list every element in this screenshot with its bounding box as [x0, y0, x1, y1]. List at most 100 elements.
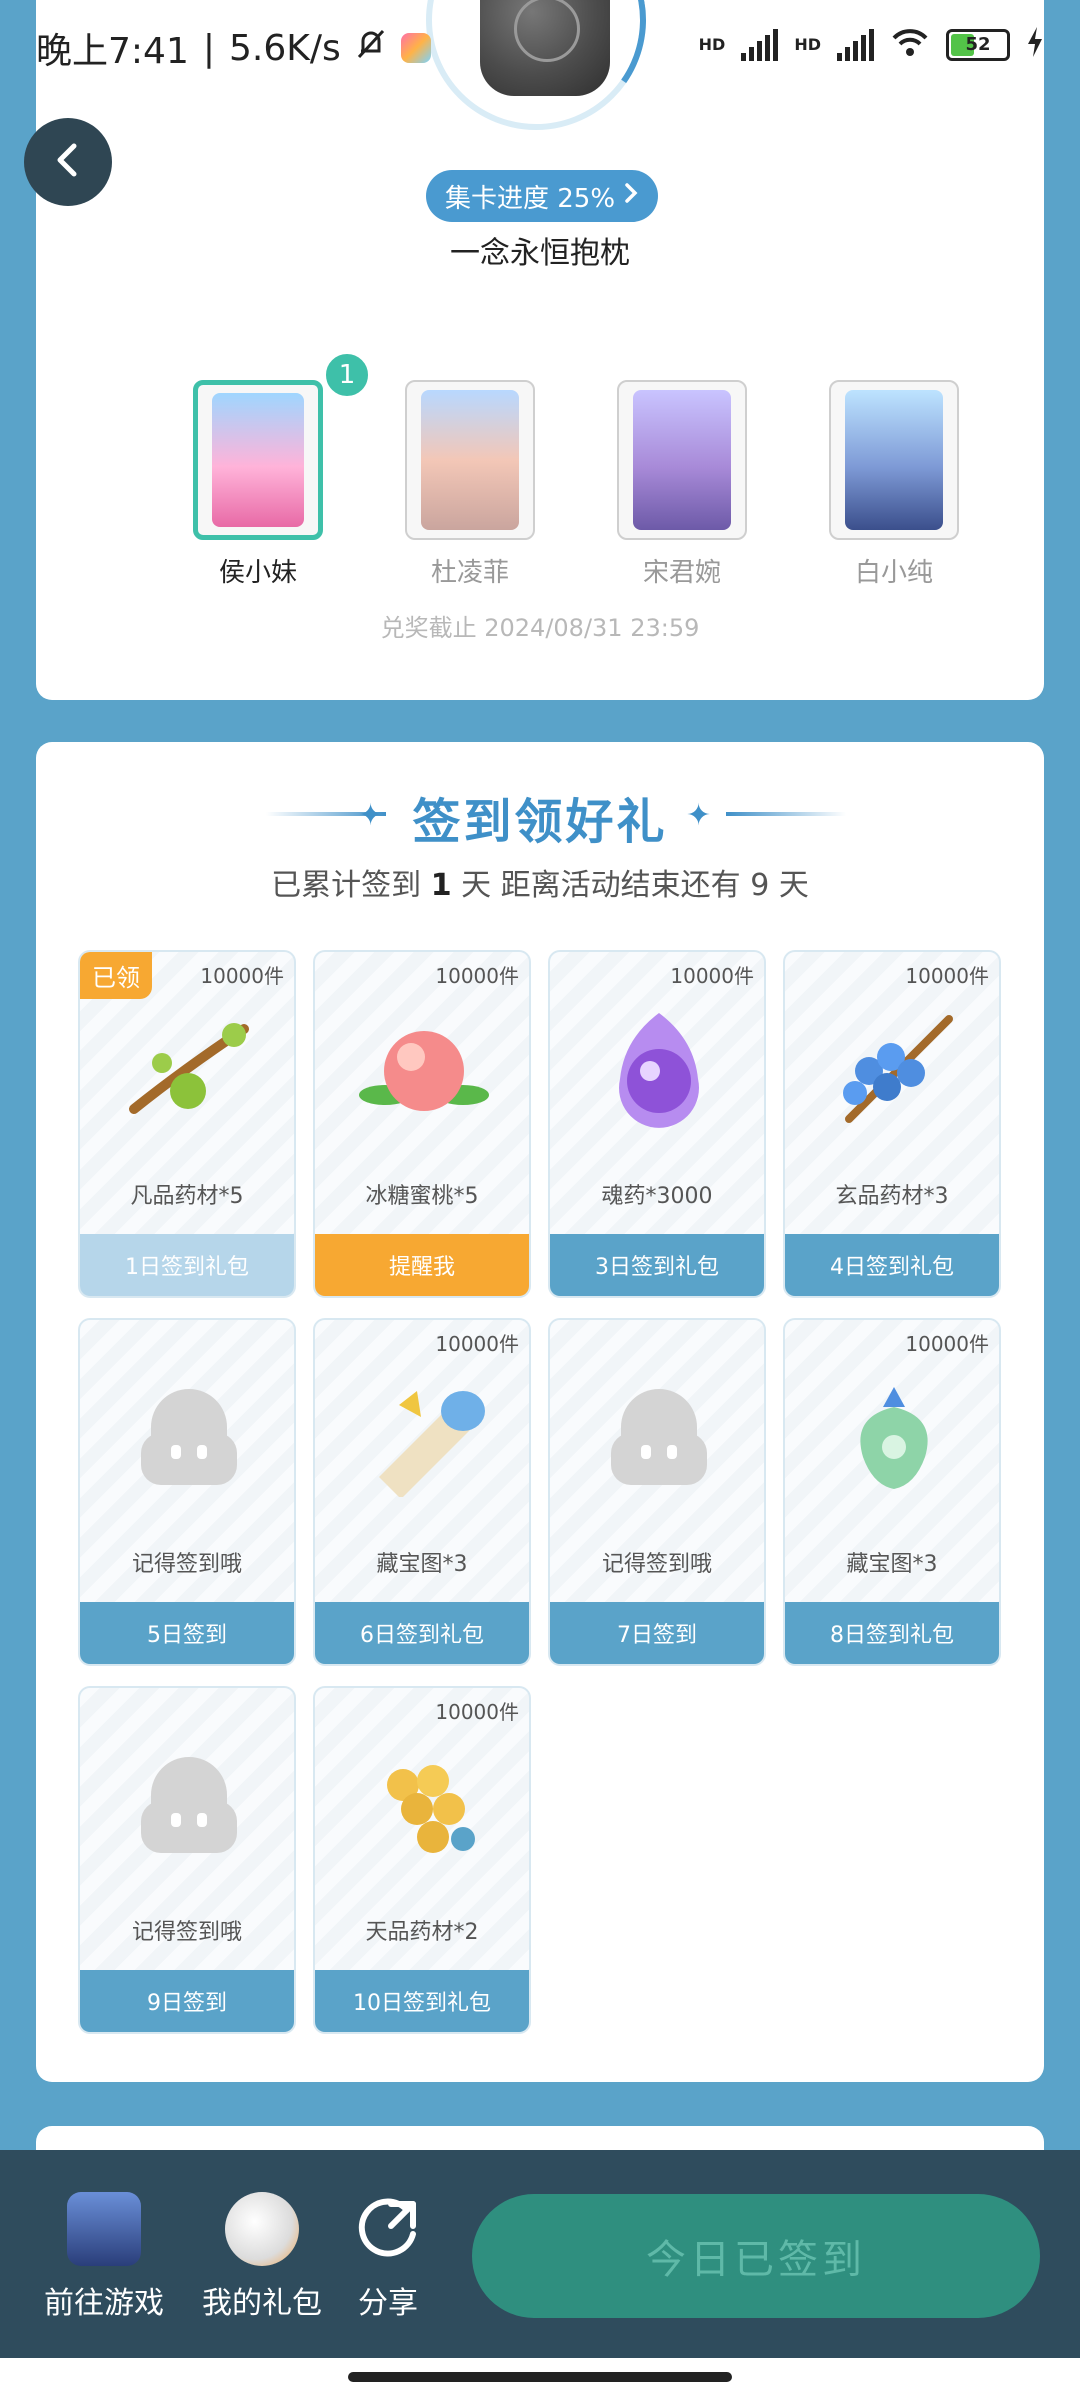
- checkin-card: ✦ 签到领好礼 ✦ 已累计签到 1 天 距离活动结束还有 9 天 已领 1000…: [36, 742, 1044, 2082]
- status-left: 晚上7:41 | 5.6K/s: [36, 22, 431, 74]
- gift-quantity: 10000件: [435, 1332, 519, 1356]
- status-divider: |: [202, 27, 215, 69]
- gift-name: 记得签到哦: [131, 1920, 242, 1945]
- jade-pendant-icon: [829, 1372, 959, 1502]
- character-portrait: [845, 390, 943, 530]
- character-frame: [829, 380, 959, 540]
- peach-icon: [359, 1004, 489, 1134]
- character-card-0[interactable]: 1 侯小妹: [192, 350, 372, 589]
- gift-card-day4[interactable]: 10000件 玄品药材*3 4日签到礼包: [783, 950, 1001, 1298]
- character-card-list: 1 侯小妹 杜凌菲 宋君婉 白小纯: [152, 350, 959, 588]
- character-card-3[interactable]: 白小纯: [828, 380, 960, 589]
- home-indicator[interactable]: [348, 2372, 732, 2382]
- checkin-summary-suffix: 天 距离活动结束还有 9 天: [451, 868, 809, 903]
- signed-today-button[interactable]: 今日已签到: [472, 2194, 1040, 2318]
- character-card-2[interactable]: 宋君婉: [616, 380, 748, 589]
- signal-strength-icon: [741, 28, 779, 61]
- gift-name: 记得签到哦: [131, 1552, 242, 1577]
- character-name: 侯小妹: [218, 558, 297, 588]
- gift-quantity: 10000件: [905, 964, 989, 988]
- character-card-1[interactable]: 杜凌菲: [404, 380, 536, 589]
- chevron-left-icon: [48, 140, 88, 184]
- wifi-icon: [890, 26, 930, 63]
- title-decor-line-right: [726, 812, 846, 816]
- soul-orb-icon: [594, 1004, 724, 1134]
- claimed-badge: 已领: [80, 952, 152, 999]
- gift-name: 冰糖蜜桃*5: [365, 1184, 479, 1209]
- battery-icon: 52: [946, 28, 1010, 61]
- character-name: 杜凌菲: [430, 558, 509, 588]
- placeholder-mascot-icon: [124, 1740, 254, 1870]
- gift-claim-button[interactable]: 10日签到礼包: [315, 1970, 529, 2032]
- gift-claim-button[interactable]: 1日签到礼包: [80, 1234, 294, 1296]
- character-frame: [193, 380, 323, 540]
- gift-name: 玄品药材*3: [835, 1184, 949, 1209]
- checkin-days-count: 1: [430, 868, 452, 903]
- gift-card-day3[interactable]: 10000件 魂药*3000 3日签到礼包: [548, 950, 766, 1298]
- chevron-right-icon: [623, 181, 639, 211]
- gift-name: 藏宝图*3: [376, 1552, 468, 1577]
- placeholder-mascot-icon: [594, 1372, 724, 1502]
- placeholder-mascot-icon: [124, 1372, 254, 1502]
- my-gifts-button[interactable]: 我的礼包: [192, 2192, 332, 2322]
- character-portrait: [421, 390, 519, 530]
- status-net-speed: 5.6K/s: [228, 27, 341, 69]
- gift-quantity: 10000件: [670, 964, 754, 988]
- checkin-title: 签到领好礼: [412, 794, 668, 850]
- gift-claim-button[interactable]: 8日签到礼包: [785, 1602, 999, 1664]
- checkin-summary: 已累计签到 1 天 距离活动结束还有 9 天: [36, 860, 1044, 904]
- gesture-bar-area: [0, 2358, 1080, 2400]
- status-time: 晚上7:41: [36, 31, 189, 72]
- gift-quantity: 10000件: [200, 964, 284, 988]
- card-count-badge: 1: [322, 350, 372, 400]
- gift-card-day5[interactable]: 记得签到哦 5日签到: [78, 1318, 296, 1666]
- gift-card-day9[interactable]: 记得签到哦 9日签到: [78, 1686, 296, 2034]
- gift-card-day8[interactable]: 10000件 藏宝图*3 8日签到礼包: [783, 1318, 1001, 1666]
- character-frame: [405, 380, 535, 540]
- gift-name: 记得签到哦: [601, 1552, 712, 1577]
- go-to-game-label: 前往游戏: [44, 2286, 164, 2321]
- gift-claim-button[interactable]: 7日签到: [550, 1602, 764, 1664]
- treasure-scroll-icon: [359, 1372, 489, 1502]
- gift-name: 藏宝图*3: [846, 1552, 938, 1577]
- network-label-2: HD: [794, 35, 821, 54]
- gift-card-day1[interactable]: 已领 10000件 凡品药材*5 1日签到礼包: [78, 950, 296, 1298]
- my-gifts-label: 我的礼包: [202, 2286, 322, 2321]
- collection-progress-button[interactable]: 集卡进度 25%: [426, 170, 658, 222]
- redeem-deadline: 兑奖截止 2024/08/31 23:59: [380, 614, 700, 642]
- status-bar: 晚上7:41 | 5.6K/s HD HD 52: [0, 0, 1080, 96]
- status-right: HD HD 52: [699, 26, 1044, 63]
- remind-me-button[interactable]: 提醒我: [315, 1234, 529, 1296]
- gift-claim-button[interactable]: 4日签到礼包: [785, 1234, 999, 1296]
- gift-claim-button[interactable]: 6日签到礼包: [315, 1602, 529, 1664]
- game-avatar-icon: [67, 2192, 141, 2266]
- charging-icon: [1026, 27, 1044, 62]
- gift-card-day2[interactable]: 10000件 冰糖蜜桃*5 提醒我: [313, 950, 531, 1298]
- berry-branch-icon: [829, 1004, 959, 1134]
- network-label-1: HD: [698, 35, 726, 54]
- gift-card-day10[interactable]: 10000件 天品药材*2 10日签到礼包: [313, 1686, 531, 2034]
- share-button[interactable]: 分享: [318, 2192, 458, 2322]
- character-portrait: [633, 390, 731, 530]
- gift-card-day6[interactable]: 10000件 藏宝图*3 6日签到礼包: [313, 1318, 531, 1666]
- gift-quantity: 10000件: [435, 964, 519, 988]
- checkin-summary-prefix: 已累计签到: [271, 868, 431, 903]
- mute-bell-icon: [355, 27, 387, 70]
- collection-item-name: 一念永恒抱枕: [450, 236, 630, 271]
- herb-branch-icon: [124, 1004, 254, 1134]
- gift-name: 魂药*3000: [601, 1184, 713, 1209]
- gift-card-day7[interactable]: 记得签到哦 7日签到: [548, 1318, 766, 1666]
- character-portrait: [212, 393, 304, 527]
- go-to-game-button[interactable]: 前往游戏: [34, 2192, 174, 2322]
- gift-claim-button[interactable]: 9日签到: [80, 1970, 294, 2032]
- signal-strength-icon-2: [837, 28, 874, 61]
- gift-claim-button[interactable]: 3日签到礼包: [550, 1234, 764, 1296]
- back-button[interactable]: [24, 118, 112, 206]
- character-name: 白小纯: [854, 558, 933, 588]
- character-name: 宋君婉: [642, 558, 721, 588]
- gift-claim-button[interactable]: 5日签到: [80, 1602, 294, 1664]
- battery-level: 52: [965, 33, 991, 55]
- app-notification-icon: [400, 33, 431, 63]
- bottom-action-bar: 前往游戏 我的礼包 分享 今日已签到: [0, 2150, 1080, 2358]
- share-icon: [351, 2192, 425, 2266]
